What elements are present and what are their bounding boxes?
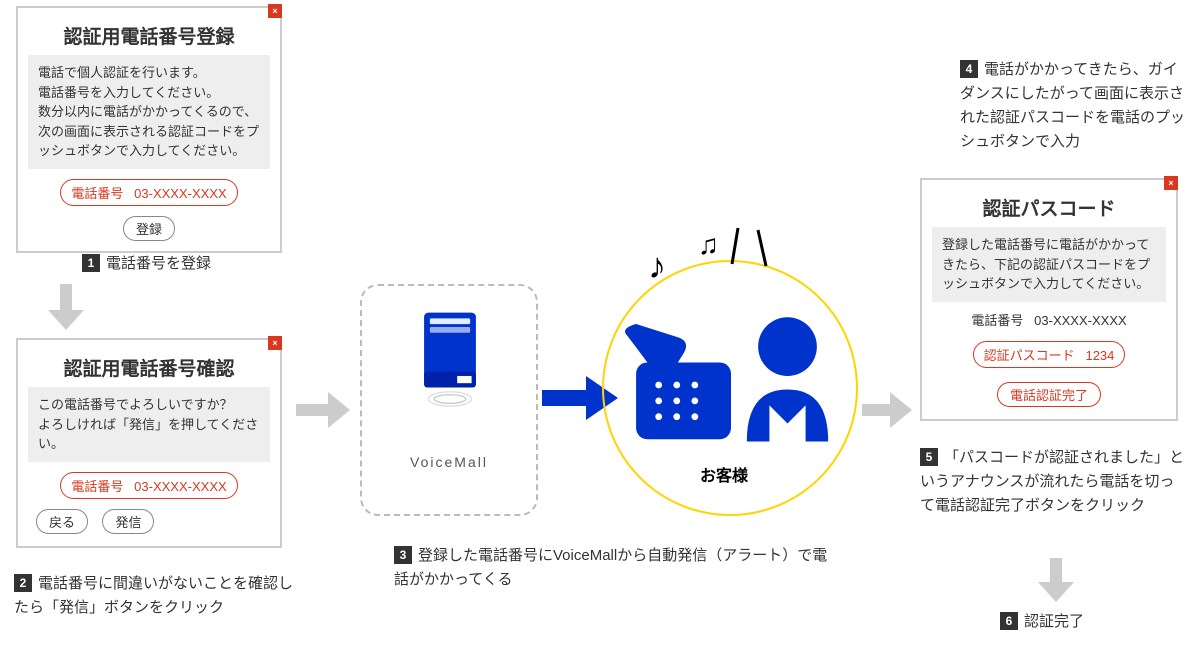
step-number-icon: 4 [960,60,978,78]
phone-field[interactable]: 電話番号 03-XXXX-XXXX [60,472,237,499]
server-icon [414,308,486,418]
close-icon[interactable]: × [268,4,282,18]
dialog-title: 認証パスコード [922,194,1176,221]
step-5-label: 5「パスコードが認証されました」というアナウンスが流れたら電話を切って電話認証完… [920,446,1184,518]
arrow-right-icon [296,390,354,430]
step-number-icon: 5 [920,448,938,466]
send-button[interactable]: 発信 [102,509,154,534]
step-2-label: 2電話番号に間違いがないことを確認したら「発信」ボタンをクリック [14,572,294,620]
step-text: 「パスコードが認証されました」というアナウンスが流れたら電話を切って電話認証完了… [920,449,1184,514]
step-number-icon: 3 [394,546,412,564]
phone-value: 03-XXXX-XXXX [1034,313,1127,328]
phone-label: 電話番号 [71,479,123,494]
arrow-right-icon [862,390,916,430]
phone-confirm-dialog: × 認証用電話番号確認 この電話番号でよろしいですか？ よろしければ「発信」を押… [16,338,282,548]
step-6-label: 6 認証完了 [1000,610,1084,634]
phone-field[interactable]: 電話番号 03-XXXX-XXXX [60,179,237,206]
passcode-value: 1234 [1085,348,1114,363]
dialog-title: 認証用電話番号確認 [18,354,280,381]
passcode-dialog: × 認証パスコード 登録した電話番号に電話がかかってきたら、下記の認証パスコード… [920,178,1178,421]
dialog-title: 認証用電話番号登録 [18,22,280,49]
arrow-down-icon [1036,558,1076,604]
step-text: 電話がかかってきたら、ガイダンスにしたがって画面に表示された認証パスコードを電話… [960,61,1185,150]
arrow-down-icon [46,284,86,332]
passcode-field: 認証パスコード 1234 [973,341,1126,368]
step-text: 登録した電話番号にVoiceMallから自動発信（アラート）で電話がかかってくる [394,547,827,588]
titlebar: × [18,340,280,346]
step-number-icon: 1 [82,254,100,272]
music-notes-icon: ♪ ♫ [638,218,778,298]
dialog-description: 電話で個人認証を行います。 電話番号を入力してください。 数分以内に電話がかかっ… [28,55,270,169]
step-4-label: 4電話がかかってきたら、ガイダンスにしたがって画面に表示された認証パスコードを電… [960,58,1188,154]
step-3-label: 3登録した電話番号にVoiceMallから自動発信（アラート）で電話がかかってく… [394,544,834,592]
step-number-icon: 6 [1000,612,1018,630]
passcode-label: 認証パスコード [984,348,1075,363]
close-icon[interactable]: × [268,336,282,350]
step-text: 電話番号を登録 [106,255,211,272]
register-button[interactable]: 登録 [123,216,175,241]
svg-text:♫: ♫ [698,229,719,260]
titlebar: × [18,8,280,14]
dialog-description: 登録した電話番号に電話がかかってきたら、下記の認証パスコードをプッシュボタンで入… [932,227,1166,302]
phone-label: 電話番号 [971,313,1023,328]
step-1-label: 1 電話番号を登録 [82,252,211,276]
step-text: 認証完了 [1024,613,1084,630]
close-icon[interactable]: × [1164,176,1178,190]
svg-text:♪: ♪ [648,245,666,286]
phone-customer-icon [618,296,844,456]
phone-value: 03-XXXX-XXXX [134,479,227,494]
voicemall-group: VoiceMall [360,284,538,516]
dialog-description: この電話番号でよろしいですか？ よろしければ「発信」を押してください。 [28,387,270,462]
phone-label: 電話番号 [71,186,123,201]
phone-value: 03-XXXX-XXXX [134,186,227,201]
phone-register-dialog: × 認証用電話番号登録 電話で個人認証を行います。 電話番号を入力してください。… [16,6,282,253]
back-button[interactable]: 戻る [36,509,88,534]
step-text: 電話番号に間違いがないことを確認したら「発信」ボタンをクリック [14,575,293,616]
titlebar: × [922,180,1176,186]
voicemall-label: VoiceMall [362,454,536,470]
auth-complete-button[interactable]: 電話認証完了 [997,382,1101,407]
step-number-icon: 2 [14,574,32,592]
customer-label: お客様 [700,462,748,486]
